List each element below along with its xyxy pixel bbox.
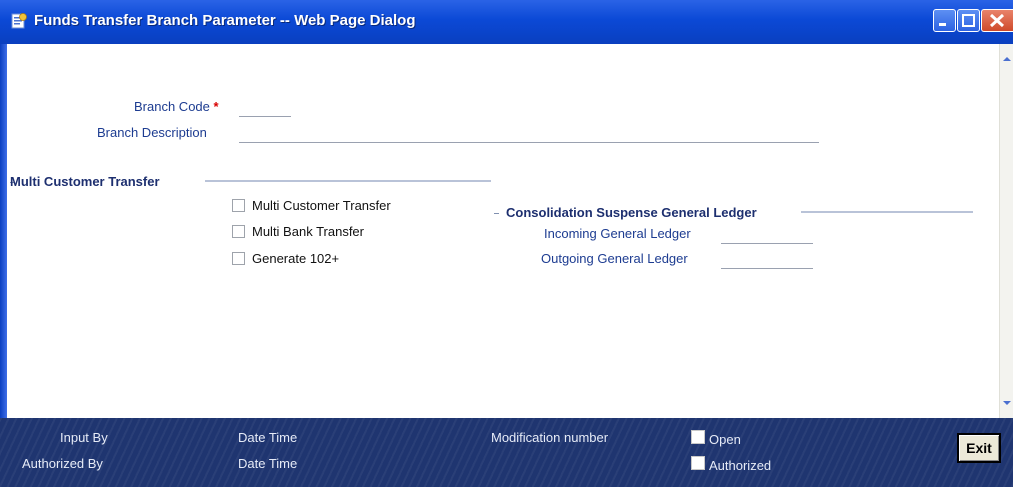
section-divider	[801, 211, 973, 213]
incoming-general-ledger-label: Incoming General Ledger	[544, 226, 691, 241]
authorized-date-time-label: Date Time	[238, 456, 298, 471]
multi-customer-transfer-checkbox-label: Multi Customer Transfer	[252, 198, 391, 213]
web-page-dialog-icon	[10, 12, 28, 30]
multi-bank-transfer-checkbox-label: Multi Bank Transfer	[252, 224, 364, 239]
branch-description-label: Branch Description	[97, 125, 207, 140]
scroll-down-arrow-icon	[1003, 401, 1011, 405]
maximize-icon	[962, 14, 975, 27]
branch-code-label: Branch Code *	[134, 99, 219, 114]
required-indicator: *	[213, 99, 219, 114]
input-date-time-label: Date Time	[238, 430, 298, 445]
audit-footer	[0, 418, 1013, 487]
generate-102-plus-checkbox-label: Generate 102+	[252, 251, 340, 266]
scroll-up-button[interactable]	[1000, 52, 1013, 66]
dialog-content: Branch Code * Branch Description Multi C…	[7, 44, 999, 418]
authorized-checkbox-label: Authorized	[709, 458, 772, 473]
close-button[interactable]	[981, 9, 1013, 32]
multi-customer-transfer-checkbox[interactable]	[232, 199, 245, 212]
scroll-up-arrow-icon	[1003, 57, 1011, 61]
outgoing-general-ledger-label: Outgoing General Ledger	[541, 251, 688, 266]
maximize-button[interactable]	[957, 9, 980, 32]
consolidation-suspense-gl-heading: Consolidation Suspense General Ledger	[506, 205, 757, 220]
branch-code-input[interactable]	[239, 100, 291, 117]
incoming-general-ledger-input[interactable]	[721, 227, 813, 244]
minimize-icon	[939, 23, 946, 26]
branch-description-input[interactable]	[239, 126, 819, 143]
outgoing-general-ledger-input[interactable]	[721, 252, 813, 269]
multi-bank-transfer-checkbox[interactable]	[232, 225, 245, 238]
multi-customer-transfer-heading: Multi Customer Transfer	[10, 174, 160, 189]
vertical-scrollbar[interactable]	[999, 44, 1013, 418]
window-titlebar[interactable]: Funds Transfer Branch Parameter -- Web P…	[0, 0, 1013, 44]
open-checkbox-label: Open	[709, 432, 741, 447]
authorized-by-label: Authorized By	[22, 456, 103, 471]
modification-number-label: Modification number	[491, 430, 609, 445]
exit-button[interactable]: Exit	[957, 433, 1001, 463]
generate-102-plus-checkbox[interactable]	[232, 252, 245, 265]
minimize-button[interactable]	[933, 9, 956, 32]
section-divider	[205, 180, 491, 182]
authorized-checkbox[interactable]	[691, 456, 705, 470]
open-checkbox[interactable]	[691, 430, 705, 444]
scroll-down-button[interactable]	[1000, 396, 1013, 410]
window-title: Funds Transfer Branch Parameter -- Web P…	[34, 12, 416, 29]
section-divider	[494, 213, 499, 214]
input-by-label: Input By	[60, 430, 108, 445]
window-frame-left	[0, 44, 7, 418]
close-icon	[989, 13, 1005, 28]
